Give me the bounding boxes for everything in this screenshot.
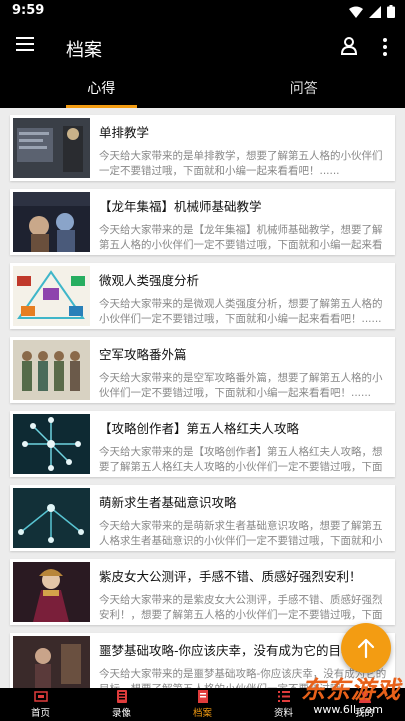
article-desc: 今天给大家带来的是【攻略创作者】第五人格红夫人攻略，想要了解第五人格红夫人攻略的… — [99, 446, 383, 473]
home-icon — [33, 691, 48, 702]
user-icon[interactable] — [341, 37, 357, 55]
wifi-icon — [349, 6, 363, 18]
status-icons — [349, 5, 395, 18]
tab-qa[interactable]: 问答 — [203, 70, 405, 108]
page-title: 档案 — [66, 40, 102, 61]
article-card[interactable]: 空军攻略番外篇 今天给大家带来的是空军攻略番外篇，想要了解第五人格的小伙伴们一定… — [10, 337, 395, 403]
video-icon — [116, 690, 127, 703]
article-thumbnail — [13, 340, 90, 400]
article-desc: 今天给大家带来的是紫皮女大公测评，手感不错、质感好强烈安利！，想要了解第五人格的… — [99, 594, 383, 621]
article-card[interactable]: 萌新求生者基础意识攻略 今天给大家带来的是萌新求生者基础意识攻略，想要了解第五人… — [10, 485, 395, 551]
nav-video[interactable]: 录像 — [81, 688, 162, 721]
article-thumbnail — [13, 636, 90, 688]
scroll-to-top-button[interactable] — [341, 623, 391, 673]
article-desc: 今天给大家带来的是空军攻略番外篇，想要了解第五人格的小伙伴们一定不要错过哦，下面… — [99, 372, 383, 399]
article-card[interactable]: 紫皮女大公测评，手感不错、质感好强烈安利！ 今天给大家带来的是紫皮女大公测评，手… — [10, 559, 395, 625]
article-card[interactable]: 【龙年集福】机械师基础教学 今天给大家带来的是【龙年集福】机械师基础教学，想要了… — [10, 189, 395, 255]
article-title: 【攻略创作者】第五人格红夫人攻略 — [99, 421, 300, 436]
article-thumbnail — [13, 562, 90, 622]
watermark-logo: 东东游戏 — [301, 676, 401, 704]
tab-bar: 心得 问答 — [0, 70, 405, 108]
article-title: 空军攻略番外篇 — [99, 347, 187, 362]
article-title: 紫皮女大公测评，手感不错、质感好强烈安利！ — [99, 569, 362, 584]
article-thumbnail — [13, 414, 90, 474]
article-list: 单排教学 今天给大家带来的是单排教学，想要了解第五人格的小伙伴们一定不要错过哦，… — [0, 108, 405, 688]
article-title: 单排教学 — [99, 125, 150, 140]
tab-experience[interactable]: 心得 — [0, 70, 203, 108]
article-desc: 今天给大家带来的是单排教学，想要了解第五人格的小伙伴们一定不要错过哦，下面就和小… — [99, 150, 383, 177]
nav-archive[interactable]: 档案 — [162, 688, 243, 721]
battery-icon — [387, 5, 395, 18]
nav-home[interactable]: 首页 — [0, 688, 81, 721]
article-thumbnail — [13, 488, 90, 548]
more-options-icon[interactable] — [383, 38, 389, 59]
arrow-up-icon — [357, 638, 375, 659]
article-thumbnail — [13, 192, 90, 252]
hamburger-menu-icon[interactable] — [16, 37, 36, 57]
status-bar: 9:59 — [0, 0, 405, 24]
app-bar: 档案 — [0, 24, 405, 70]
signal-icon — [369, 5, 381, 18]
article-title: 【龙年集福】机械师基础教学 — [99, 199, 262, 214]
article-thumbnail — [13, 266, 90, 326]
article-card[interactable]: 微观人类强度分析 今天给大家带来的是微观人类强度分析，想要了解第五人格的小伙伴们… — [10, 263, 395, 329]
archive-icon — [197, 690, 208, 703]
list-icon — [277, 691, 290, 702]
article-thumbnail — [13, 118, 90, 178]
article-desc: 今天给大家带来的是微观人类强度分析，想要了解第五人格的小伙伴们一定不要错过哦，下… — [99, 298, 383, 325]
watermark-url: www.6ll.com — [313, 703, 383, 716]
status-time: 9:59 — [12, 3, 45, 18]
article-card[interactable]: 单排教学 今天给大家带来的是单排教学，想要了解第五人格的小伙伴们一定不要错过哦，… — [10, 115, 395, 181]
article-desc: 今天给大家带来的是萌新求生者基础意识攻略，想要了解第五人格求生者基础意识的小伙伴… — [99, 520, 383, 547]
article-card[interactable]: 【攻略创作者】第五人格红夫人攻略 今天给大家带来的是【攻略创作者】第五人格红夫人… — [10, 411, 395, 477]
article-title: 微观人类强度分析 — [99, 273, 200, 288]
article-title: 萌新求生者基础意识攻略 — [99, 495, 237, 510]
article-desc: 今天给大家带来的是【龙年集福】机械师基础教学，想要了解第五人格的小伙伴们一定不要… — [99, 224, 383, 251]
